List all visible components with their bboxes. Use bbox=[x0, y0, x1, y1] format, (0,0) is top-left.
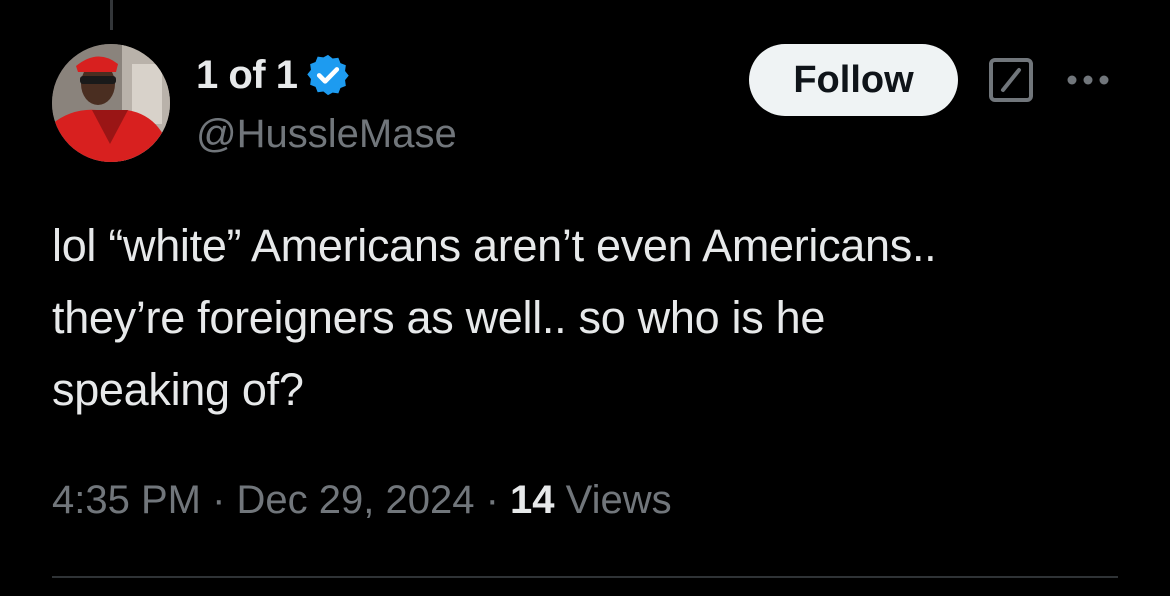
meta-separator: · bbox=[200, 477, 237, 522]
author-handle[interactable]: @HussleMase bbox=[196, 112, 457, 157]
thread-connector-line bbox=[110, 0, 113, 30]
follow-button[interactable]: Follow bbox=[749, 44, 958, 116]
author-display-name[interactable]: 1 of 1 bbox=[196, 53, 298, 98]
meta-separator: · bbox=[474, 477, 511, 522]
tweet-time[interactable]: 4:35 PM bbox=[52, 478, 201, 523]
author-name-row[interactable]: 1 of 1 bbox=[196, 52, 351, 98]
tweet-text: lol “white” Americans aren’t even Americ… bbox=[52, 220, 937, 415]
views-count[interactable]: 14 bbox=[510, 478, 555, 523]
grok-icon[interactable] bbox=[988, 57, 1034, 103]
avatar-photo-icon bbox=[52, 44, 170, 162]
avatar[interactable] bbox=[52, 44, 170, 162]
divider bbox=[52, 576, 1118, 578]
tweet-date[interactable]: Dec 29, 2024 bbox=[237, 478, 475, 523]
tweet-meta-row: 4:35 PM · Dec 29, 2024 · 14 Views bbox=[52, 474, 672, 526]
more-dots-icon[interactable] bbox=[1064, 67, 1112, 93]
verified-badge-icon bbox=[307, 54, 350, 96]
views-label[interactable]: Views bbox=[555, 478, 672, 523]
